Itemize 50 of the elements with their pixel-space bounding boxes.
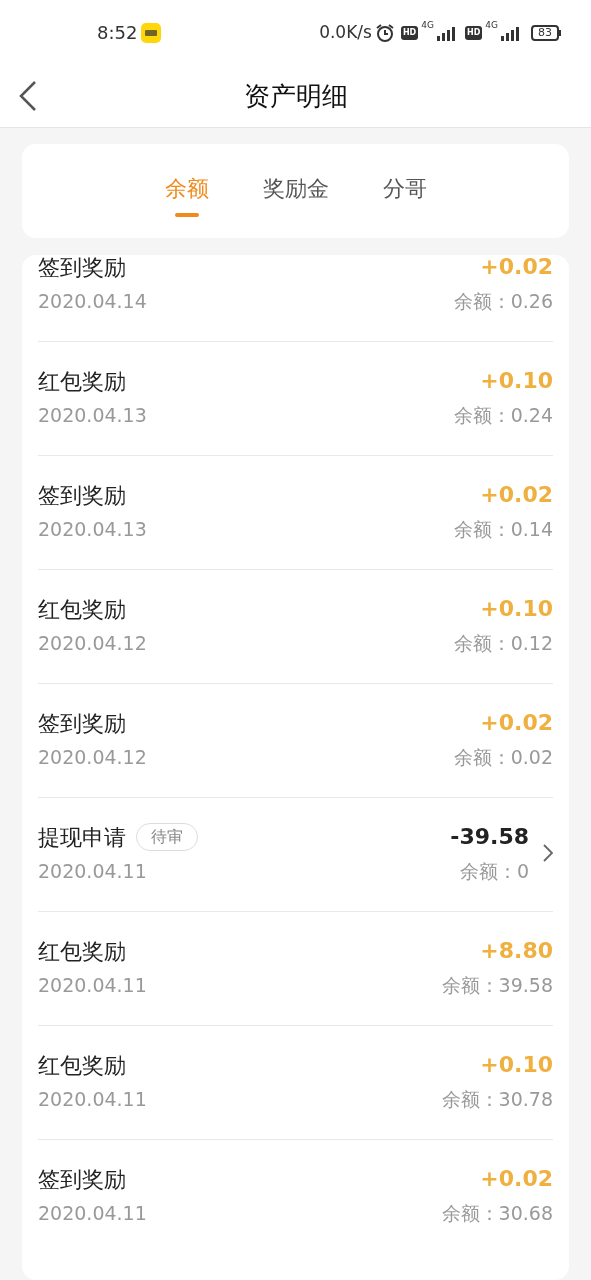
tab[interactable]: 奖励金 xyxy=(262,172,329,224)
battery-icon: 83 xyxy=(531,24,561,41)
alarm-icon xyxy=(374,22,395,43)
record-title: 红包奖励 xyxy=(38,937,126,966)
network-type: 4G xyxy=(485,18,498,32)
record-date: 2020.04.14 xyxy=(38,289,148,314)
record-title: 签到奖励 xyxy=(38,255,126,282)
network-type: 4G xyxy=(421,18,434,32)
balance: 余额：0.14 xyxy=(453,517,553,542)
app-notification-icon xyxy=(141,22,162,43)
record-title: 签到奖励 xyxy=(38,481,126,510)
record-date: 2020.04.12 xyxy=(38,631,148,656)
amount: +0.10 xyxy=(480,1051,553,1079)
record-date: 2020.04.13 xyxy=(38,517,148,542)
record-title: 签到奖励 xyxy=(38,709,126,738)
record-date: 2020.04.11 xyxy=(38,859,148,884)
record-date: 2020.04.13 xyxy=(38,403,148,428)
record-title: 红包奖励 xyxy=(38,1051,126,1080)
balance: 余额：0.24 xyxy=(453,403,553,428)
record-date: 2020.04.12 xyxy=(38,745,148,770)
back-icon[interactable] xyxy=(18,80,38,112)
status-time: 8:52 xyxy=(97,21,138,45)
balance: 余额：0 xyxy=(459,859,529,884)
record-date: 2020.04.11 xyxy=(38,973,148,998)
amount: +0.02 xyxy=(480,255,553,281)
amount: +0.02 xyxy=(480,709,553,737)
record-title: 签到奖励 xyxy=(38,1165,126,1194)
amount: +0.02 xyxy=(480,1165,553,1193)
record-date: 2020.04.11 xyxy=(38,1087,148,1112)
record-title: 提现申请 xyxy=(38,823,126,852)
tab[interactable]: 分哥 xyxy=(382,172,427,224)
amount: +0.10 xyxy=(480,367,553,395)
balance: 余额：0.12 xyxy=(453,631,553,656)
balance: 余额：39.58 xyxy=(441,973,553,998)
hd-badge: HD xyxy=(464,25,483,40)
amount: +8.80 xyxy=(480,937,553,965)
hd-badge: HD xyxy=(400,25,419,40)
network-speed: 0.0K/s xyxy=(319,20,372,44)
balance: 余额：0.02 xyxy=(453,745,553,770)
record-title: 红包奖励 xyxy=(38,367,126,396)
amount: +0.10 xyxy=(480,595,553,623)
amount: -39.58 xyxy=(450,823,529,851)
balance: 余额：0.26 xyxy=(453,289,553,314)
amount: +0.02 xyxy=(480,481,553,509)
chevron-right-icon[interactable] xyxy=(543,844,553,862)
balance: 余额：30.78 xyxy=(441,1087,553,1112)
record-title: 红包奖励 xyxy=(38,595,126,624)
record-date: 2020.04.11 xyxy=(38,1201,148,1226)
page-title: 资产明细 xyxy=(243,79,348,113)
balance: 余额：30.68 xyxy=(441,1201,553,1226)
